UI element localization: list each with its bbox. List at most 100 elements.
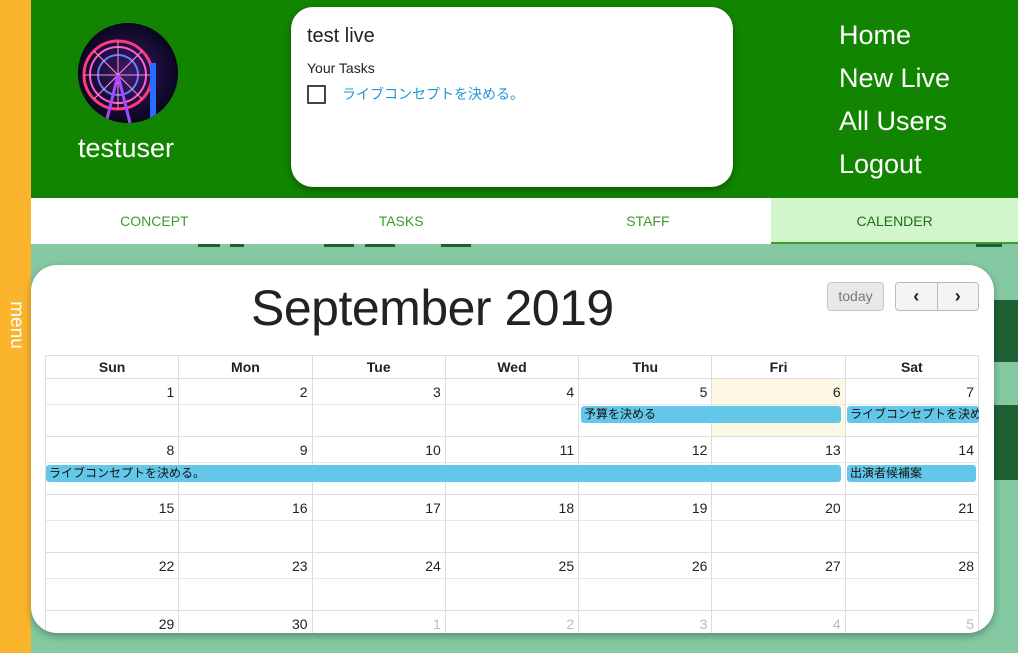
day-number: 1	[313, 611, 445, 633]
calendar-event[interactable]: ライブコンセプトを決める。	[46, 465, 841, 482]
calendar-event[interactable]: ライブコンセプトを決める。	[847, 406, 979, 423]
day-number: 2	[446, 611, 578, 633]
day-number: 2	[179, 379, 312, 405]
avatar[interactable]	[78, 23, 178, 123]
weekday-header: Sun	[44, 355, 180, 379]
day-cell[interactable]: 1	[44, 378, 180, 437]
day-cell-other-month[interactable]: 2	[444, 610, 580, 633]
task-checkbox[interactable]	[307, 84, 326, 104]
calendar-card: September 2019 today ‹ › Sun Mon Tue Wed…	[31, 265, 994, 633]
weekday-header: Tue	[311, 355, 446, 379]
day-cell[interactable]: 3	[311, 378, 446, 437]
chevron-left-icon[interactable]: ‹	[896, 283, 937, 310]
day-number: 9	[179, 437, 312, 463]
day-number: 4	[712, 611, 844, 633]
day-cell[interactable]: 17	[311, 494, 446, 553]
tab-concept[interactable]: CONCEPT	[31, 198, 278, 244]
chevron-right-icon[interactable]: ›	[936, 283, 979, 310]
task-item: ライブコンセプトを決める。	[307, 84, 717, 104]
day-cell[interactable]: 24	[311, 552, 446, 611]
calendar-grid: Sun Mon Tue Wed Thu Fri Sat 1 2 3 4 5 6	[44, 355, 980, 633]
background-decoration	[230, 244, 244, 247]
tab-bar: CONCEPT TASKS STAFF CALENDER	[31, 198, 1018, 244]
day-number: 15	[46, 495, 179, 521]
day-cell[interactable]: 22	[44, 552, 180, 611]
username: testuser	[78, 133, 175, 163]
background-decoration	[994, 300, 1018, 362]
day-number: 18	[445, 495, 579, 521]
nav-logout[interactable]: Logout	[839, 143, 950, 186]
day-number: 8	[46, 437, 179, 463]
day-number: 28	[845, 553, 978, 579]
background-decoration	[324, 244, 354, 247]
day-number: 26	[579, 553, 712, 579]
day-number: 13	[712, 437, 845, 463]
background-decoration	[365, 244, 395, 247]
day-cell[interactable]: 4	[444, 378, 580, 437]
background-decoration	[198, 244, 220, 247]
day-cell[interactable]: 29	[44, 610, 180, 633]
day-number: 4	[445, 379, 579, 405]
day-cell[interactable]: 28	[844, 552, 980, 611]
day-number: 5	[579, 379, 712, 405]
calendar-event[interactable]: 出演者候補案	[847, 465, 976, 482]
weekday-header: Mon	[178, 355, 313, 379]
day-cell[interactable]: 21	[844, 494, 980, 553]
day-cell[interactable]: 19	[578, 494, 713, 553]
background-decoration	[994, 405, 1018, 480]
tab-calender[interactable]: CALENDER	[771, 198, 1018, 244]
tasks-heading: Your Tasks	[307, 60, 375, 76]
day-number: 23	[179, 553, 312, 579]
day-cell[interactable]: 2	[178, 378, 313, 437]
day-cell[interactable]: 23	[178, 552, 313, 611]
day-number: 11	[445, 437, 579, 463]
day-number: 3	[579, 611, 711, 633]
day-cell[interactable]: 26	[578, 552, 713, 611]
day-number: 16	[179, 495, 312, 521]
calendar-title: September 2019	[251, 280, 614, 336]
day-cell-other-month[interactable]: 3	[578, 610, 713, 633]
day-number: 12	[579, 437, 712, 463]
nav-all-users[interactable]: All Users	[839, 100, 950, 143]
day-number: 17	[312, 495, 445, 521]
day-cell[interactable]: 20	[711, 494, 846, 553]
tab-tasks[interactable]: TASKS	[278, 198, 525, 244]
day-number: 21	[845, 495, 978, 521]
weekday-header: Fri	[711, 355, 846, 379]
live-title: test live	[307, 25, 375, 47]
day-number: 7	[845, 379, 978, 405]
day-cell[interactable]: 27	[711, 552, 846, 611]
header: testuser test live Your Tasks ライブコンセプトを決…	[31, 0, 1018, 198]
day-cell[interactable]: 16	[178, 494, 313, 553]
tab-staff[interactable]: STAFF	[525, 198, 772, 244]
day-number: 6	[712, 379, 845, 405]
day-cell[interactable]: 30	[178, 610, 313, 633]
menu-sidebar[interactable]: menu	[0, 0, 31, 653]
day-cell[interactable]: 18	[444, 494, 580, 553]
day-cell-other-month[interactable]: 5	[844, 610, 980, 633]
background-decoration	[976, 244, 1002, 247]
nav-new-live[interactable]: New Live	[839, 57, 950, 100]
main-nav: Home New Live All Users Logout	[839, 14, 950, 186]
day-number: 25	[445, 553, 579, 579]
calendar-event[interactable]: 予算を決める	[581, 406, 841, 423]
day-number: 3	[312, 379, 445, 405]
day-cell-other-month[interactable]: 4	[711, 610, 846, 633]
month-nav-buttons: ‹ ›	[895, 282, 979, 311]
day-number: 1	[46, 379, 179, 405]
today-button[interactable]: today	[827, 282, 884, 311]
weekday-header: Thu	[578, 355, 713, 379]
day-number: 29	[46, 611, 178, 633]
day-cell-other-month[interactable]: 1	[311, 610, 446, 633]
day-number: 10	[312, 437, 445, 463]
day-number: 19	[579, 495, 712, 521]
day-number: 30	[179, 611, 311, 633]
task-link[interactable]: ライブコンセプトを決める。	[342, 84, 524, 104]
day-cell[interactable]: 25	[444, 552, 580, 611]
live-card: test live Your Tasks ライブコンセプトを決める。	[291, 7, 733, 187]
day-cell[interactable]: 15	[44, 494, 180, 553]
ferris-wheel-image	[78, 23, 178, 123]
day-number: 5	[846, 611, 978, 633]
weekday-header: Sat	[844, 355, 980, 379]
nav-home[interactable]: Home	[839, 14, 950, 57]
